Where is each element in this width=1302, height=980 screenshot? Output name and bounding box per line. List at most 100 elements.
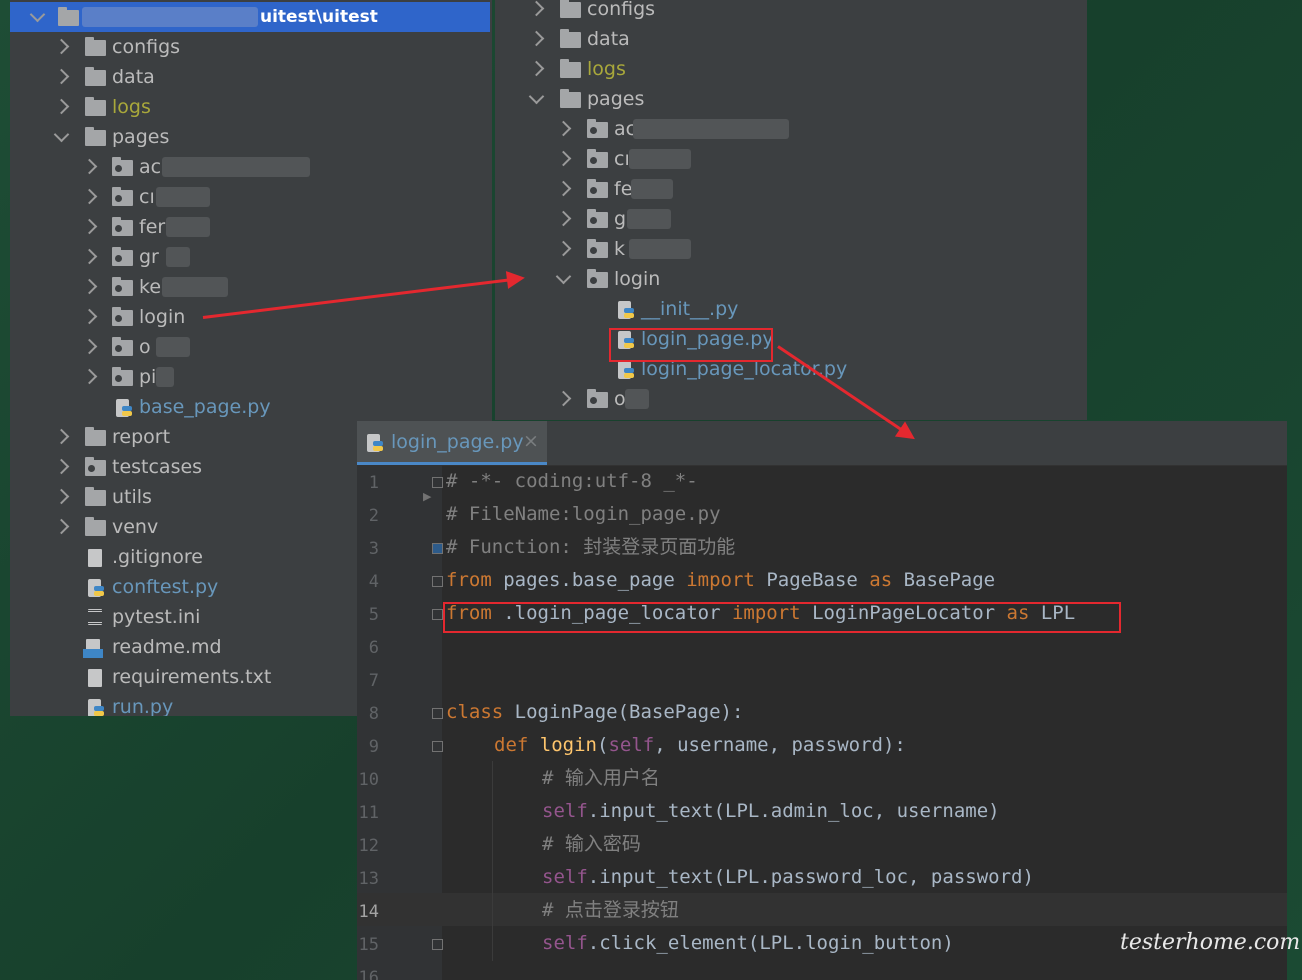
tree-item-logs[interactable]: logs — [10, 92, 490, 122]
tree2-item-pkg-ac[interactable]: ac — [495, 114, 1085, 144]
tree-item-pkg-fer[interactable]: fer — [10, 212, 490, 242]
fold-icon[interactable] — [432, 576, 443, 587]
tree-item-label: base_page.py — [139, 396, 271, 418]
code-line-3: # Function: 封装登录页面功能 — [446, 536, 736, 558]
chevron-right-icon[interactable] — [555, 390, 572, 407]
identifier: BasePage — [892, 569, 996, 591]
chevron-right-icon[interactable] — [53, 488, 70, 505]
tree-item-configs[interactable]: configs — [10, 32, 490, 62]
tree-item-pkg-pi[interactable]: pi — [10, 362, 490, 392]
identifier: LoginPage(BasePage): — [503, 701, 744, 723]
chevron-right-icon[interactable] — [53, 458, 70, 475]
tree-item-base-page[interactable]: base_page.py — [10, 392, 490, 422]
identifier: .input_text(LPL.admin_loc, username) — [587, 800, 1000, 822]
tree2-item-pkg-c[interactable]: cı — [495, 144, 1085, 174]
keyword: as — [869, 569, 893, 591]
fold-icon[interactable] — [432, 939, 443, 950]
tree-item-label: utils — [112, 486, 152, 508]
tree2-item-pages[interactable]: pages — [495, 84, 1085, 114]
package-icon — [85, 457, 106, 476]
line-number: 1 — [368, 473, 379, 493]
package-icon — [112, 277, 133, 296]
chevron-right-icon[interactable] — [53, 518, 70, 535]
self-keyword: self — [542, 932, 588, 954]
tab-label: login_page.py — [391, 431, 524, 453]
tree-item-label: ac — [139, 156, 162, 178]
tree-item-label: ke — [139, 276, 162, 298]
chevron-right-icon[interactable] — [555, 210, 572, 227]
chevron-down-icon[interactable] — [555, 268, 572, 285]
tree-item-pkg-gr[interactable]: gr — [10, 242, 490, 272]
folder-icon — [560, 89, 581, 108]
tree2-item-configs[interactable]: configs — [495, 0, 1085, 24]
chevron-right-icon[interactable] — [528, 0, 545, 17]
fold-icon[interactable] — [432, 477, 443, 488]
chevron-right-icon[interactable] — [53, 428, 70, 445]
chevron-right-icon[interactable] — [555, 120, 572, 137]
line-number: 3 — [368, 539, 379, 559]
package-icon — [587, 179, 608, 198]
tree-root-row[interactable]: uitest\uitest — [10, 2, 490, 32]
chevron-down-icon[interactable] — [29, 6, 46, 23]
tree-item-label: k — [614, 238, 626, 260]
tree2-item-pkg-fe[interactable]: fe — [495, 174, 1085, 204]
chevron-right-icon[interactable] — [528, 30, 545, 47]
python-file-icon — [116, 399, 132, 417]
redacted-name — [629, 239, 691, 259]
chevron-right-icon[interactable] — [81, 278, 98, 295]
redacted-name — [629, 149, 691, 169]
tree2-item-login-page[interactable]: login_page.py — [495, 324, 1085, 354]
chevron-right-icon[interactable] — [555, 150, 572, 167]
tree2-item-pkg-k[interactable]: k — [495, 234, 1085, 264]
tree2-item-pkg-o[interactable]: o — [495, 384, 1085, 414]
chevron-right-icon[interactable] — [81, 158, 98, 175]
tree-item-pkg-ke[interactable]: ke — [10, 272, 490, 302]
tree2-item-logs[interactable]: logs — [495, 54, 1085, 84]
tree2-item-init[interactable]: __init__.py — [495, 294, 1085, 324]
chevron-down-icon[interactable] — [528, 88, 545, 105]
fold-icon[interactable] — [432, 609, 443, 620]
tree-root-label: uitest\uitest — [260, 7, 378, 27]
tree2-item-login[interactable]: login — [495, 264, 1085, 294]
chevron-right-icon[interactable] — [528, 60, 545, 77]
tree-item-data[interactable]: data — [10, 62, 490, 92]
folder-icon — [85, 67, 106, 86]
tab-login-page[interactable]: login_page.py × — [357, 421, 547, 465]
tree-item-pkg-c[interactable]: cı — [10, 182, 490, 212]
chevron-right-icon[interactable] — [81, 308, 98, 325]
tree-item-pkg-login[interactable]: login — [10, 302, 490, 332]
tree2-item-login-page-locator[interactable]: login_page_locator.py — [495, 354, 1085, 384]
chevron-right-icon[interactable] — [81, 218, 98, 235]
close-icon[interactable]: × — [523, 430, 539, 452]
tree-item-label: cı — [139, 186, 155, 208]
line-number: 12 — [358, 836, 379, 856]
folder-icon — [560, 29, 581, 48]
text-file-icon — [88, 669, 102, 687]
chevron-down-icon[interactable] — [53, 126, 70, 143]
chevron-right-icon[interactable] — [53, 98, 70, 115]
chevron-right-icon[interactable] — [53, 38, 70, 55]
tree-item-pkg-o[interactable]: o — [10, 332, 490, 362]
chevron-right-icon[interactable] — [555, 180, 572, 197]
chevron-right-icon[interactable] — [81, 368, 98, 385]
tree2-item-pkg-g[interactable]: g — [495, 204, 1085, 234]
annotation-box-login-page — [609, 328, 773, 362]
fold-icon[interactable] — [432, 543, 443, 554]
code-line-8: class LoginPage(BasePage): — [446, 696, 743, 729]
chevron-right-icon[interactable] — [81, 338, 98, 355]
chevron-right-icon[interactable] — [81, 248, 98, 265]
indent-guide — [492, 761, 493, 961]
line-number: 4 — [368, 572, 379, 592]
chevron-right-icon[interactable] — [53, 68, 70, 85]
tree-item-pages[interactable]: pages — [10, 122, 490, 152]
code-line-13: self.input_text(LPL.password_loc, passwo… — [542, 861, 1034, 894]
tree2-item-data[interactable]: data — [495, 24, 1085, 54]
chevron-right-icon[interactable] — [81, 188, 98, 205]
tree-item-pkg-ac[interactable]: ac — [10, 152, 490, 182]
keyword: import — [686, 569, 755, 591]
line-number: 15 — [358, 935, 379, 955]
fold-icon[interactable] — [432, 741, 443, 752]
package-icon — [112, 157, 133, 176]
chevron-right-icon[interactable] — [555, 240, 572, 257]
fold-icon[interactable] — [432, 708, 443, 719]
